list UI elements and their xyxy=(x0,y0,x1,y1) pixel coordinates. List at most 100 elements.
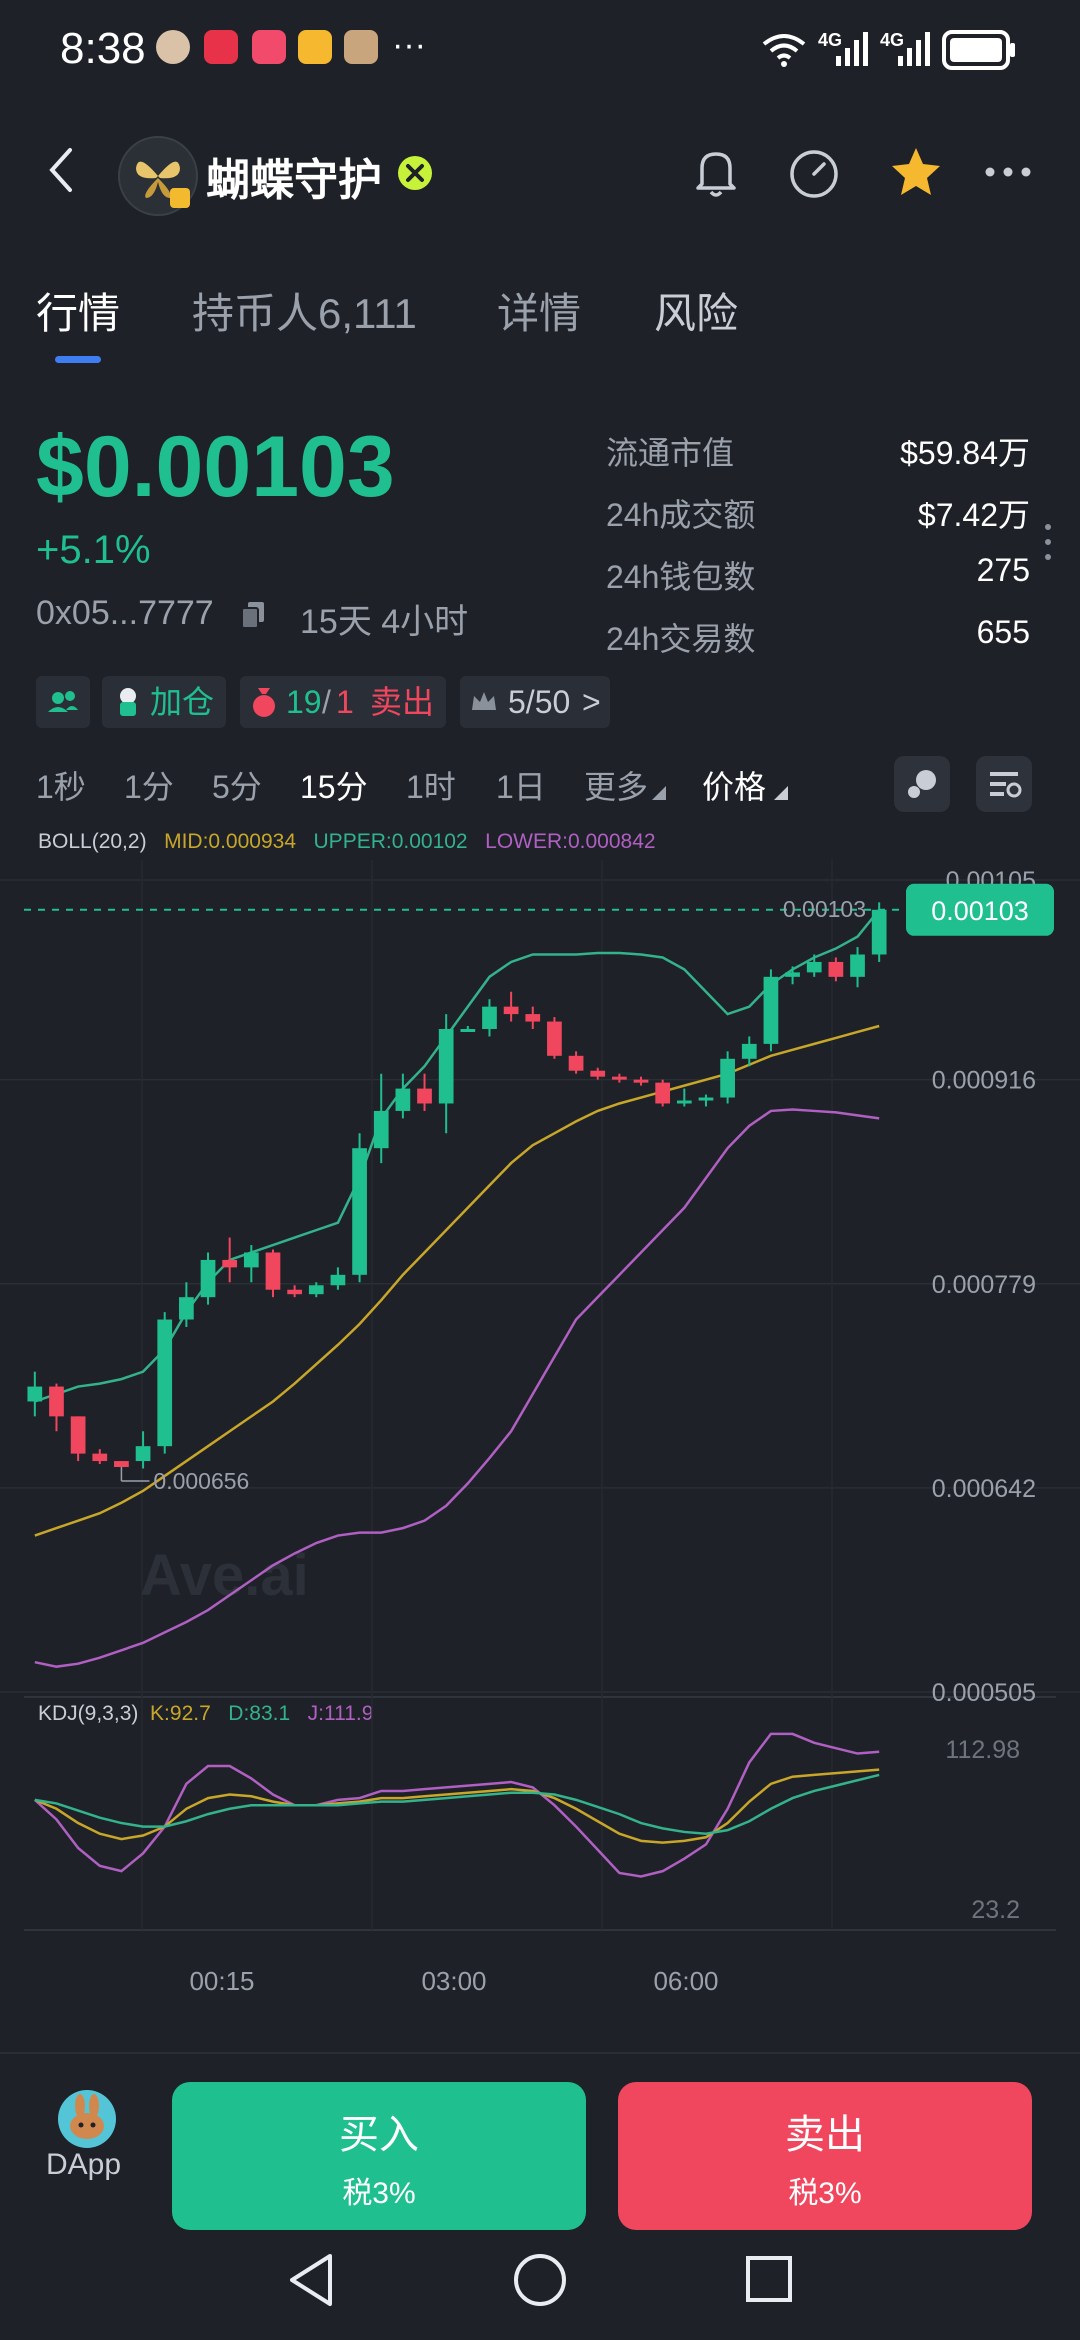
weibo-icon xyxy=(298,30,332,64)
verified-badge-icon xyxy=(398,156,432,190)
interval-1s[interactable]: 1秒 xyxy=(36,762,86,808)
top-crown-icon xyxy=(472,692,496,710)
candle xyxy=(785,972,800,977)
dropdown-triangle-icon xyxy=(652,786,666,800)
signal-icon xyxy=(836,32,868,66)
boll-lower: LOWER:0.000842 xyxy=(485,830,656,853)
sell-tax: 税3% xyxy=(788,2177,862,2210)
candle xyxy=(373,1110,389,1149)
copy-icon[interactable] xyxy=(242,602,264,628)
price-chart[interactable]: Ave.ai 0.001050.0009160.0007790.0006420.… xyxy=(0,860,1080,2000)
candle xyxy=(287,1289,302,1295)
kdj-tick-label: 112.98 xyxy=(945,1736,1020,1764)
candle xyxy=(330,1274,346,1286)
interval-1h[interactable]: 1时 xyxy=(406,762,456,808)
candle xyxy=(806,961,822,973)
token-age: 15天 4小时 xyxy=(300,603,469,641)
chef-icon xyxy=(120,688,136,716)
stat-value: 655 xyxy=(976,614,1030,650)
candles xyxy=(27,902,887,1469)
buy-button[interactable]: 买入 税3% xyxy=(172,2082,586,2230)
candle xyxy=(460,1028,476,1032)
vertical-more-icon[interactable] xyxy=(1044,522,1052,562)
buy-count: 19 xyxy=(286,684,322,720)
more-icon[interactable] xyxy=(976,140,1040,204)
dapp-label[interactable]: DApp xyxy=(46,2148,121,2182)
kdj-lines xyxy=(33,1732,880,1878)
add-position-label: 加仓 xyxy=(150,684,215,720)
xiaohongshu-icon xyxy=(204,30,238,64)
kdj-tick-label: 23.2 xyxy=(971,1896,1020,1924)
current-price-line-label: 0.00103 xyxy=(783,896,866,922)
photo-notification-icon xyxy=(344,30,378,64)
candle xyxy=(568,1055,584,1071)
x-tick-label: 00:15 xyxy=(189,1966,254,1996)
interval-15m[interactable]: 15分 xyxy=(300,762,368,808)
candle xyxy=(482,1006,497,1029)
candle xyxy=(503,1006,519,1015)
sell-count: 1 xyxy=(336,684,354,720)
boll-mid: MID:0.000934 xyxy=(164,830,296,853)
sell-label: 卖出 xyxy=(785,2113,865,2157)
battery-icon xyxy=(942,30,1015,70)
bell-icon[interactable] xyxy=(684,140,748,204)
sell-button[interactable]: 卖出 税3% xyxy=(618,2082,1032,2230)
signal-icon xyxy=(898,32,930,66)
candle xyxy=(828,961,844,977)
sell-count-label: 卖出 xyxy=(370,684,435,720)
candle xyxy=(763,976,779,1044)
x-tick-label: 06:00 xyxy=(653,1966,718,1996)
buy-label: 买入 xyxy=(339,2113,419,2157)
stat-value: 275 xyxy=(976,552,1030,588)
boll-mid-line xyxy=(34,1024,880,1537)
dropdown-triangle-icon xyxy=(774,786,788,800)
price-change: +5.1% xyxy=(36,528,151,572)
candle xyxy=(352,1148,367,1275)
speedometer-icon[interactable] xyxy=(782,140,846,204)
add-position-tag[interactable]: 加仓 xyxy=(102,676,226,728)
nav-home-icon[interactable] xyxy=(512,2252,568,2308)
buy-sell-count-tag[interactable]: 19 / 1 卖出 xyxy=(240,676,446,728)
dapp-button[interactable] xyxy=(58,2090,116,2148)
rank-tag[interactable]: 5/50 > xyxy=(460,676,610,728)
x-tick-label: 03:00 xyxy=(421,1966,486,1996)
boll-legend: BOLL(20,2) MID:0.000934 UPPER:0.00102 LO… xyxy=(38,830,656,854)
stat-value: $59.84万 xyxy=(900,435,1030,471)
y-tick-label: 0.000779 xyxy=(932,1271,1036,1299)
star-icon[interactable] xyxy=(884,140,948,204)
stat-label: 流通市值 xyxy=(606,435,735,471)
chart-settings-button[interactable] xyxy=(976,756,1032,812)
brush-icon xyxy=(908,770,936,798)
stat-label: 24h钱包数 xyxy=(606,559,756,595)
bunny-icon xyxy=(70,2094,104,2139)
back-icon[interactable] xyxy=(40,140,80,200)
tab-holders[interactable]: 持币人6,111 xyxy=(192,280,417,341)
candle xyxy=(265,1252,281,1290)
tab-details[interactable]: 详情 xyxy=(497,280,581,341)
candle xyxy=(92,1453,108,1462)
tab-indicator xyxy=(55,356,101,363)
contract-address[interactable]: 0x05...7777 xyxy=(36,594,214,633)
y-tick-label: 0.000916 xyxy=(932,1067,1036,1095)
kdj-j-line xyxy=(33,1732,880,1878)
nav-recents-icon[interactable] xyxy=(744,2254,794,2304)
nav-back-icon[interactable] xyxy=(286,2252,336,2308)
candle xyxy=(157,1319,173,1447)
interval-1d[interactable]: 1日 xyxy=(496,762,546,808)
price-dropdown[interactable]: 价格 xyxy=(702,762,766,808)
status-time: 8:38 xyxy=(60,24,146,73)
candle xyxy=(70,1416,86,1454)
tab-risk[interactable]: 风险 xyxy=(654,280,738,341)
candle xyxy=(135,1446,151,1462)
holders-tag[interactable] xyxy=(36,676,90,728)
more-dropdown[interactable]: 更多 xyxy=(584,762,648,808)
drawing-tools-button[interactable] xyxy=(894,756,950,812)
y-tick-label: 0.000642 xyxy=(932,1475,1036,1503)
candle xyxy=(222,1259,238,1268)
tab-market[interactable]: 行情 xyxy=(36,280,120,341)
candle xyxy=(27,1386,43,1402)
interval-5m[interactable]: 5分 xyxy=(212,762,262,808)
interval-1m[interactable]: 1分 xyxy=(124,762,174,808)
boll-name: BOLL(20,2) xyxy=(38,830,147,853)
token-name: 蝴蝶守护 xyxy=(206,156,382,205)
